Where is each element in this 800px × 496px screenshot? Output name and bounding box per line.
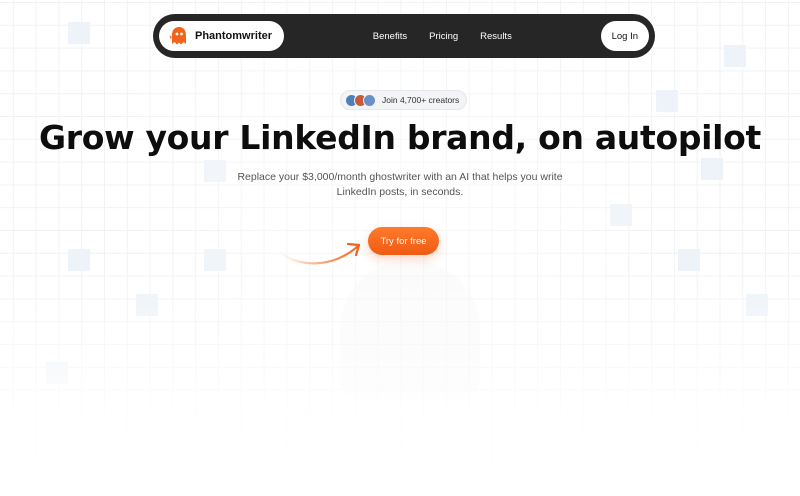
avatar xyxy=(363,93,376,107)
curved-arrow-icon xyxy=(278,242,361,265)
social-proof-badge: Join 4,700+ creators xyxy=(340,90,467,110)
nav-link-results[interactable]: Results xyxy=(480,31,512,42)
hero-subtitle-line1: Replace your $3,000/month ghostwriter wi… xyxy=(237,171,563,183)
brand-home-link[interactable]: Phantomwriter xyxy=(159,21,285,51)
top-navbar: Phantomwriter Benefits Pricing Results L… xyxy=(153,14,655,58)
creator-avatars xyxy=(345,93,376,107)
hero-subtitle-line2: LinkedIn posts, in seconds. xyxy=(336,186,464,198)
nav-link-benefits[interactable]: Benefits xyxy=(373,31,407,42)
nav-link-pricing[interactable]: Pricing xyxy=(429,31,458,42)
social-proof-text: Join 4,700+ creators xyxy=(382,95,460,105)
brand-name: Phantomwriter xyxy=(195,30,273,42)
nav-links: Benefits Pricing Results xyxy=(373,31,512,42)
hero-subtitle: Replace your $3,000/month ghostwriter wi… xyxy=(200,170,600,200)
try-for-free-button[interactable]: Try for free xyxy=(368,227,439,255)
login-button[interactable]: Log In xyxy=(600,21,649,51)
hero-headline: Grow your LinkedIn brand, on autopilot xyxy=(38,118,762,157)
ghost-logo-icon xyxy=(169,27,186,45)
